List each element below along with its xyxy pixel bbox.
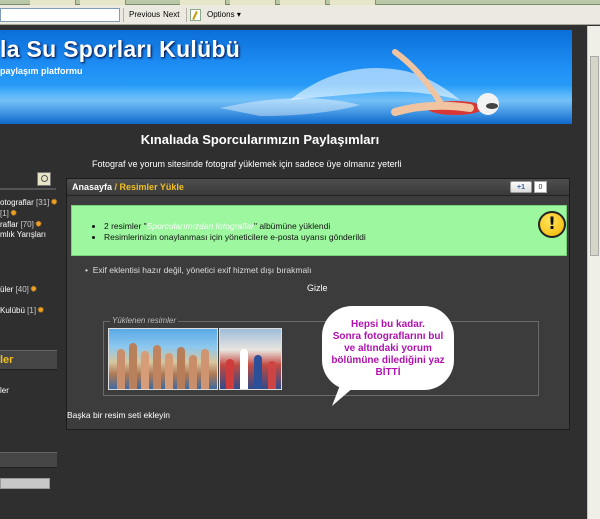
- bubble-line: Hepsi bu kadar.: [351, 319, 425, 330]
- success-line: Resimlerinizin onaylanması için yönetici…: [104, 232, 366, 243]
- toolbar-separator: [186, 8, 187, 22]
- scrollbar-thumb[interactable]: [590, 56, 599, 256]
- sidebar-item[interactable]: ler: [0, 386, 9, 395]
- find-input[interactable]: [0, 8, 120, 22]
- add-more-images-link[interactable]: Başka bir resim seti ekleyin: [67, 410, 170, 420]
- sidebar-item-label: otograflar: [0, 198, 37, 207]
- hide-link[interactable]: Gizle: [307, 283, 328, 293]
- bubble-line: BİTTİ: [375, 367, 401, 378]
- sidebar-item-count: [31]: [36, 198, 50, 207]
- sidebar-item-album[interactable]: üler [40]✹: [0, 284, 37, 295]
- bubble-line: ve altındaki yorum: [344, 343, 432, 354]
- warning-symbol: !: [548, 214, 556, 234]
- bubble-line: bölümüne dilediğini yaz: [331, 355, 445, 366]
- bubble-line: Sonra fotograflarını bul: [332, 331, 444, 342]
- find-toolbar: Previous Next Options ▾: [0, 5, 600, 25]
- next-button[interactable]: Next: [160, 9, 182, 21]
- warning-icon: !: [538, 211, 566, 238]
- speech-bubble-tail: [332, 380, 362, 406]
- sidebar-section-header: [0, 452, 57, 468]
- banner-subtitle: paylaşım platformu: [0, 66, 83, 76]
- success-text: 2 resimler ": [104, 221, 147, 231]
- panel-header: Anasayfa / Resimler Yükle +1 0: [67, 179, 569, 196]
- uploaded-images-legend: Yüklenen resimler: [110, 316, 179, 325]
- new-star-icon: ✹: [9, 208, 18, 218]
- options-icon: [190, 9, 201, 21]
- new-star-icon: ✹: [29, 284, 38, 294]
- banner-title: la Su Sporları Kulübü: [0, 36, 241, 62]
- options-button[interactable]: Options ▾: [204, 9, 244, 21]
- sidebar-item-label: üler: [0, 285, 16, 294]
- breadcrumb-separator: /: [112, 182, 120, 192]
- success-text: " albümüne yüklendi: [253, 221, 331, 231]
- breadcrumb: Anasayfa / Resimler Yükle: [72, 182, 184, 192]
- sidebar-item-count: [1]: [27, 306, 37, 315]
- sidebar-divider: [0, 188, 56, 190]
- sidebar-section-title: ler: [0, 354, 14, 366]
- google-plus-one-button[interactable]: +1: [510, 181, 532, 193]
- uploaded-images-fieldset: Yüklenen resimler: [103, 316, 539, 396]
- sidebar-item-album[interactable]: Kulübü [1]✹: [0, 305, 45, 316]
- uploaded-thumbnail[interactable]: [219, 328, 282, 390]
- success-message: 2 resimler "Sporcularımızdan fotograflar…: [71, 205, 567, 256]
- sidebar-item-label: mlık Yarışları: [0, 230, 46, 239]
- site-banner: la Su Sporları Kulübü paylaşım platformu: [0, 30, 572, 124]
- breadcrumb-home-link[interactable]: Anasayfa: [72, 182, 112, 192]
- upload-result-panel: Anasayfa / Resimler Yükle +1 0 2 resimle…: [66, 178, 570, 430]
- sidebar-item-album[interactable]: otograflar [31]✹: [0, 197, 58, 208]
- new-star-icon: ✹: [50, 197, 58, 207]
- album-link[interactable]: Sporcularımızdan fotograflar: [147, 221, 254, 231]
- options-arrow-icon: ▾: [236, 10, 241, 19]
- options-label: Options: [207, 10, 235, 19]
- plus-one-count: 0: [534, 181, 547, 193]
- page-notice: Fotograf ve yorum sitesinde fotograf yük…: [92, 159, 402, 169]
- sidebar-item-label: raflar: [0, 220, 21, 229]
- sidebar-item-count: [70]: [20, 220, 34, 229]
- sidebar-item-count: [40]: [15, 285, 29, 294]
- new-star-icon: ✹: [37, 305, 45, 315]
- vertical-scrollbar[interactable]: [587, 26, 600, 519]
- browser-window: Previous Next Options ▾ la Su Sporları K…: [0, 0, 600, 519]
- sidebar-search-input[interactable]: [0, 478, 50, 489]
- uploaded-thumbnail[interactable]: [108, 328, 218, 390]
- page-title: Kınalıada Sporcularımızın Paylaşımları: [140, 132, 380, 147]
- success-line: 2 resimler "Sporcularımızdan fotograflar…: [104, 221, 366, 232]
- sidebar-item-label: Kulübü: [0, 306, 28, 315]
- new-star-icon: ✹: [34, 219, 43, 229]
- exif-info-text: Exif eklentisi hazır değil, yönetici exi…: [92, 265, 312, 275]
- sidebar-item-album[interactable]: raflar [70]✹: [0, 219, 42, 230]
- breadcrumb-current: Resimler Yükle: [119, 182, 184, 192]
- sidebar-item-album[interactable]: mlık Yarışları: [0, 230, 46, 239]
- previous-button[interactable]: Previous: [126, 9, 163, 21]
- search-icon[interactable]: [37, 172, 51, 186]
- sidebar-item-count: [1]: [0, 209, 9, 218]
- sidebar-item-album[interactable]: [1]✹: [0, 208, 17, 219]
- speech-bubble: Hepsi bu kadar. Sonra fotograflarını bul…: [322, 306, 454, 390]
- speech-bubble-text: Hepsi bu kadar. Sonra fotograflarını bul…: [322, 319, 454, 379]
- toolbar-separator: [123, 8, 124, 22]
- exif-info: • Exif eklentisi hazır değil, yönetici e…: [85, 265, 312, 275]
